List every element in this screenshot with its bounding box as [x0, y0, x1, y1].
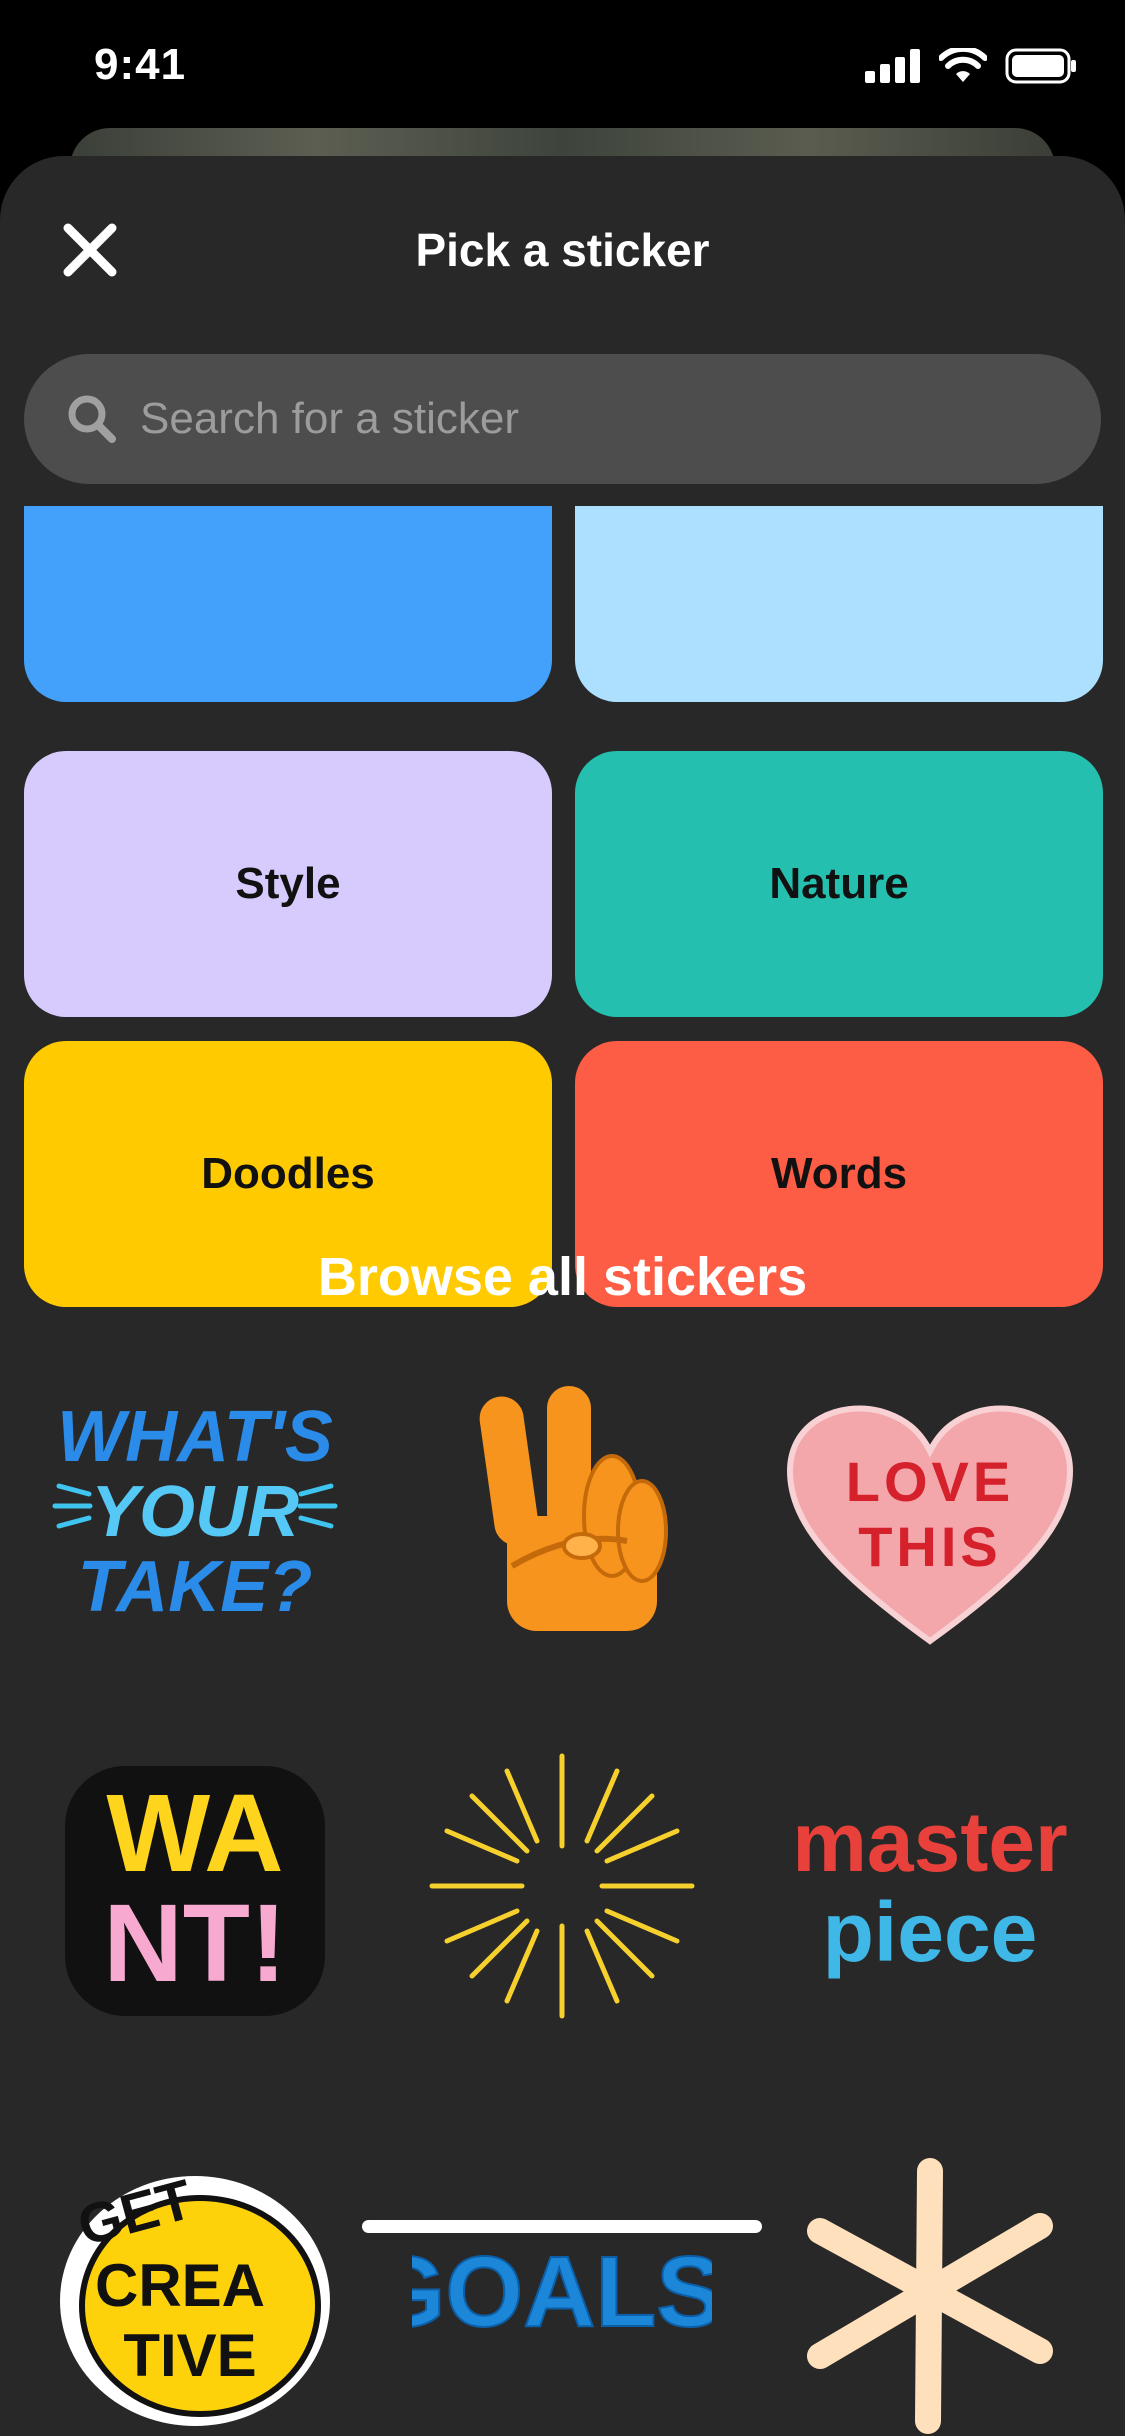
- sticker-want[interactable]: WA NT!: [45, 1736, 345, 2036]
- sticker-text: TIVE: [123, 2322, 256, 2389]
- sticker-asterisk-doodle[interactable]: [780, 2141, 1080, 2436]
- cellular-signal-icon: [865, 49, 920, 83]
- sticker-peace-hand[interactable]: [412, 1366, 712, 1666]
- sticker-masterpiece[interactable]: master piece: [780, 1736, 1080, 2036]
- category-tile-style[interactable]: Style: [24, 751, 552, 1017]
- search-bar[interactable]: [24, 354, 1101, 484]
- category-tile-nature[interactable]: Nature: [575, 751, 1103, 1017]
- category-tile[interactable]: [575, 506, 1103, 702]
- sticker-sparkle-burst[interactable]: [412, 1736, 712, 2036]
- sticker-love-this-heart[interactable]: LOVE THIS: [780, 1366, 1080, 1666]
- sheet-title: Pick a sticker: [415, 224, 710, 276]
- category-tile[interactable]: [24, 506, 552, 702]
- search-icon: [68, 395, 116, 443]
- asterisk-icon: [807, 2158, 1053, 2434]
- sticker-text: piece: [823, 1885, 1038, 1979]
- browse-section-title: Browse all stickers: [317, 1247, 808, 1307]
- search-input[interactable]: [138, 393, 1042, 445]
- sticker-picker-sheet: Pick a sticker Style Nature Doodles Word…: [0, 156, 1125, 2436]
- sparkle-burst-icon: [429, 1753, 695, 2019]
- sticker-text: YOUR: [91, 1472, 299, 1552]
- category-grid: Style Nature Doodles Words: [0, 506, 1125, 1366]
- sticker-get-creative[interactable]: GET CREA TIVE: [45, 2141, 345, 2436]
- status-bar: 9:41: [0, 0, 1125, 140]
- sticker-text: master: [792, 1795, 1068, 1889]
- home-indicator: [362, 2220, 762, 2233]
- sticker-whats-your-take[interactable]: WHAT'S YOUR TAKE?: [45, 1366, 345, 1666]
- sticker-text: THIS: [858, 1515, 1002, 1578]
- sticker-text: TAKE?: [78, 1547, 313, 1627]
- wifi-icon: [939, 48, 987, 82]
- status-icons: [865, 48, 1077, 84]
- sticker-text: WA: [106, 1772, 283, 1895]
- sticker-text: GOALS!: [412, 2236, 712, 2348]
- sticker-text: WHAT'S: [57, 1397, 333, 1477]
- peace-hand-icon: [479, 1386, 668, 1631]
- status-time: 9:41: [94, 40, 187, 89]
- sticker-goals[interactable]: GOALS!: [412, 2141, 712, 2436]
- sticker-text: CREA: [95, 2252, 265, 2319]
- sticker-text: NT!: [103, 1882, 286, 2005]
- battery-icon: [1005, 48, 1076, 84]
- sticker-text: LOVE: [846, 1450, 1014, 1513]
